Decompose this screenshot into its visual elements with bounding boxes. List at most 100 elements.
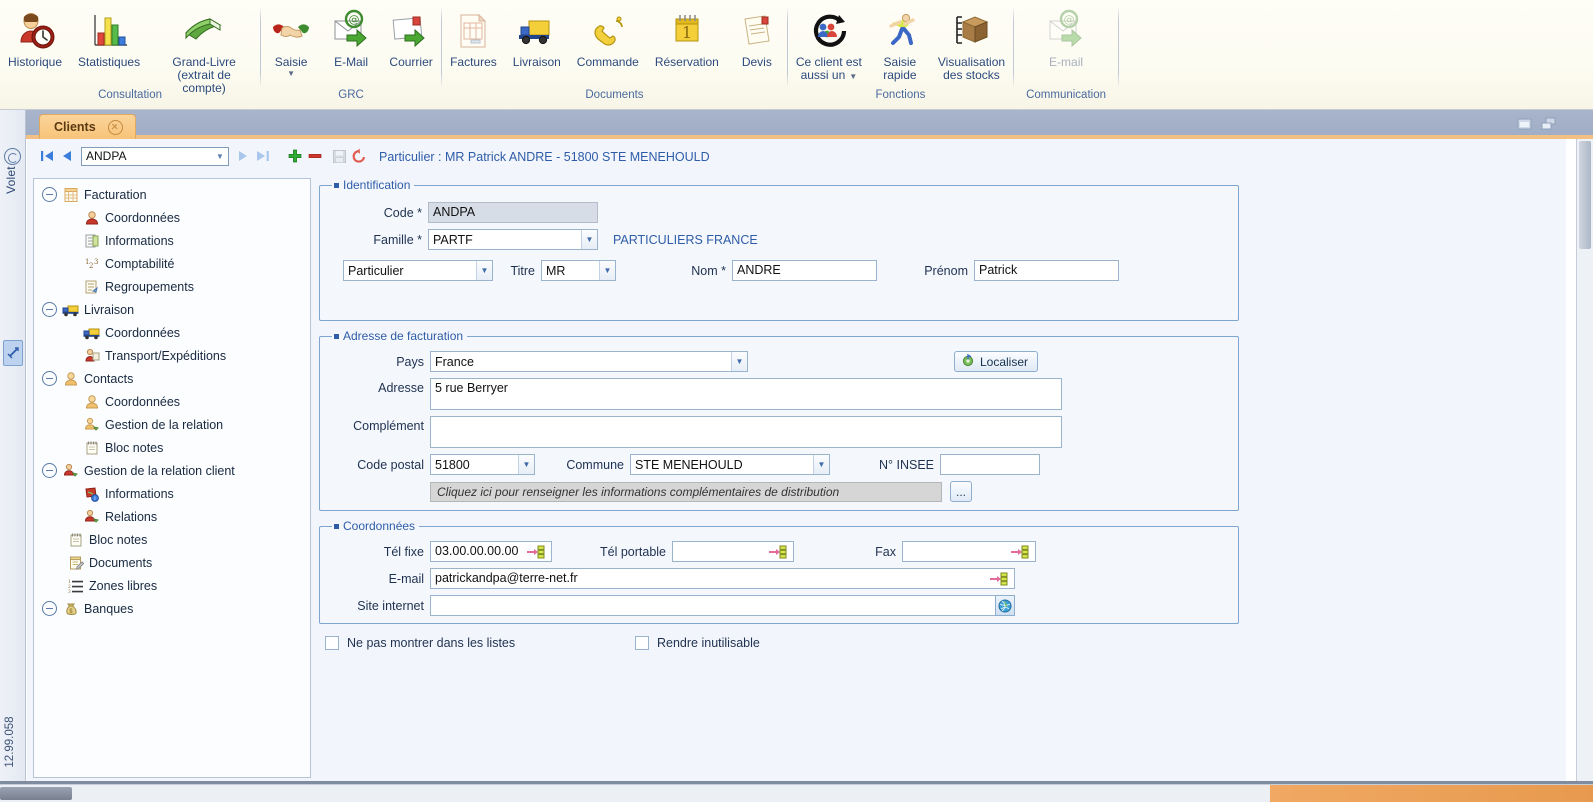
tab-clients[interactable]: Clients [39,114,136,139]
make-unusable-checkbox[interactable]: Rendre inutilisable [635,636,760,650]
tree-expander-collapse-icon[interactable] [42,371,57,386]
ribbon-button-grand-livre[interactable]: Grand-Livre (extrait de compte) [148,5,260,98]
tree-node-facturation-regroupements[interactable]: Regroupements [34,275,310,298]
site-internet-field[interactable] [430,595,995,616]
email-field[interactable]: patrickandpa@terre-net.fr [430,568,983,589]
ribbon-button-livraison[interactable]: Livraison [505,5,569,72]
prenom-field[interactable]: Patrick [974,260,1119,281]
fax-field[interactable] [902,541,1004,562]
horizontal-scrollbar[interactable] [0,784,1593,802]
tree-node-facturation-comptabilite[interactable]: 123 Comptabilité [34,252,310,275]
tree-node-transport-expeditions[interactable]: Transport/Expéditions [34,344,310,367]
chevron-down-icon[interactable]: ▼ [731,352,747,371]
adresse-field[interactable]: 5 rue Berryer [430,378,1062,410]
tree-node-documents[interactable]: Documents [34,551,310,574]
vertical-scrollbar[interactable] [1576,139,1593,784]
checkbox-box[interactable] [325,636,339,650]
type-tiers-combobox[interactable]: Particulier ▼ [343,260,493,281]
tree-node-zones-libres[interactable]: 123 Zones libres [34,574,310,597]
nav-next-icon[interactable] [233,146,253,166]
close-circle-icon[interactable] [107,119,123,135]
ribbon-button-factures[interactable]: Factures [442,5,505,72]
chevron-down-icon[interactable]: ▼ [518,455,534,474]
undo-arrow-icon[interactable] [349,146,369,166]
ribbon-button-saisie-rapide[interactable]: Saisie rapide [870,5,930,85]
ribbon-button-label-line1: Grand-Livre [172,55,236,69]
tree-expander-collapse-icon[interactable] [42,463,57,478]
tree-node-facturation-coordonnees[interactable]: Coordonnées [34,206,310,229]
record-code-combobox[interactable]: ANDPA ▼ [81,146,229,166]
tree-node-contacts-coordonnees[interactable]: Coordonnées [34,390,310,413]
commune-combobox[interactable]: STE MENEHOULD ▼ [630,454,830,475]
chevron-down-icon[interactable]: ▼ [599,261,615,280]
nom-field[interactable]: ANDRE [732,260,877,281]
tree-expander-collapse-icon[interactable] [42,601,57,616]
tree-node-relations[interactable]: Relations [34,505,310,528]
chevron-down-icon[interactable]: ▼ [287,70,295,78]
insee-field[interactable] [940,454,1040,475]
add-plus-icon[interactable] [285,146,305,166]
tree-node-gestion-de-la-relation-client[interactable]: Gestion de la relation client [34,459,310,482]
chevron-down-icon[interactable]: ▼ [212,152,228,161]
complement-field[interactable] [430,416,1062,448]
chevron-down-icon[interactable]: ▼ [581,230,597,249]
tel-portable-field[interactable] [672,541,762,562]
localiser-button[interactable]: Localiser [953,351,1038,372]
distribution-hint-bar[interactable]: Cliquez ici pour renseigner les informat… [430,481,942,502]
tree-node-livraison[interactable]: Livraison [34,298,310,321]
ribbon-button-saisie[interactable]: Saisie ▼ [261,5,321,81]
checkbox-box[interactable] [635,636,649,650]
globe-icon[interactable] [995,595,1015,616]
chevron-down-icon[interactable]: ▼ [813,455,829,474]
horizontal-scrollbar-thumb[interactable] [0,787,72,800]
tel-portable-action-icon[interactable] [762,541,794,562]
tree-node-livraison-coordonnees[interactable]: Coordonnées [34,321,310,344]
cascade-windows-icon[interactable] [1540,116,1558,132]
famille-combobox[interactable]: PARTF ▼ [428,229,598,250]
chevron-down-icon[interactable]: ▼ [476,261,492,280]
nav-first-icon[interactable] [37,146,57,166]
tree-node-contacts[interactable]: Contacts [34,367,310,390]
restore-window-icon[interactable] [1516,116,1534,132]
tree-node-bloc-notes[interactable]: Bloc notes [34,528,310,551]
titre-combobox[interactable]: MR ▼ [541,260,616,281]
ribbon-button-reservation[interactable]: 1 Réservation [647,5,727,72]
ribbon-button-historique[interactable]: Historique [0,5,70,72]
ribbon-button-label: E-Mail [334,55,369,69]
ribbon-button-statistiques[interactable]: Statistiques [70,5,148,72]
ribbon-button-ce-client-est-aussi-un[interactable]: Ce client est aussi un ▼ [788,5,870,85]
panel-toggle-label[interactable]: Volet [4,150,24,210]
email-action-icon[interactable] [983,568,1015,589]
vertical-scrollbar-thumb[interactable] [1579,141,1591,249]
save-disk-icon[interactable] [329,146,349,166]
code-postal-combobox[interactable]: 51800 ▼ [430,454,535,475]
nav-prev-icon[interactable] [57,146,77,166]
fax-action-icon[interactable] [1004,541,1036,562]
ribbon-button-commande[interactable]: Commande [569,5,647,72]
ribbon-button-email-grc[interactable]: @ E-Mail [321,5,381,72]
nav-last-icon[interactable] [253,146,273,166]
hide-in-lists-checkbox[interactable]: Ne pas montrer dans les listes [325,636,635,650]
tree-expander-collapse-icon[interactable] [42,302,57,317]
ribbon-button-visualisation-des-stocks[interactable]: Visualisation des stocks [930,5,1013,85]
remove-minus-icon[interactable] [305,146,325,166]
tel-fixe-field[interactable]: 03.00.00.00.00 [430,541,520,562]
box-stock-icon [949,8,993,54]
ribbon-button-courrier[interactable]: Courrier [381,5,441,72]
tree-node-contacts-bloc-notes[interactable]: Bloc notes [34,436,310,459]
tree-node-banques[interactable]: $ Banques [34,597,310,620]
tree-node-facturation[interactable]: Facturation [34,183,310,206]
navigation-tree[interactable]: Facturation Coordonnées Informations 123… [33,178,311,778]
ribbon-button-devis[interactable]: Devis [727,5,787,72]
pin-panel-icon[interactable] [3,340,23,366]
pays-combobox[interactable]: France ▼ [430,351,748,372]
chevron-down-icon[interactable]: ▼ [849,73,857,81]
tree-node-facturation-informations[interactable]: Informations [34,229,310,252]
ellipsis-button-icon[interactable]: ... [950,481,972,502]
tree-node-grc-informations[interactable]: i Informations [34,482,310,505]
tree-expander-collapse-icon[interactable] [42,187,57,202]
tel-fixe-action-icon[interactable] [520,541,552,562]
tree-node-gestion-de-la-relation[interactable]: Gestion de la relation [34,413,310,436]
ribbon-button-email-communication[interactable]: @ E-mail [1036,5,1096,72]
ribbon-button-label-line1: Visualisation [937,55,1006,69]
